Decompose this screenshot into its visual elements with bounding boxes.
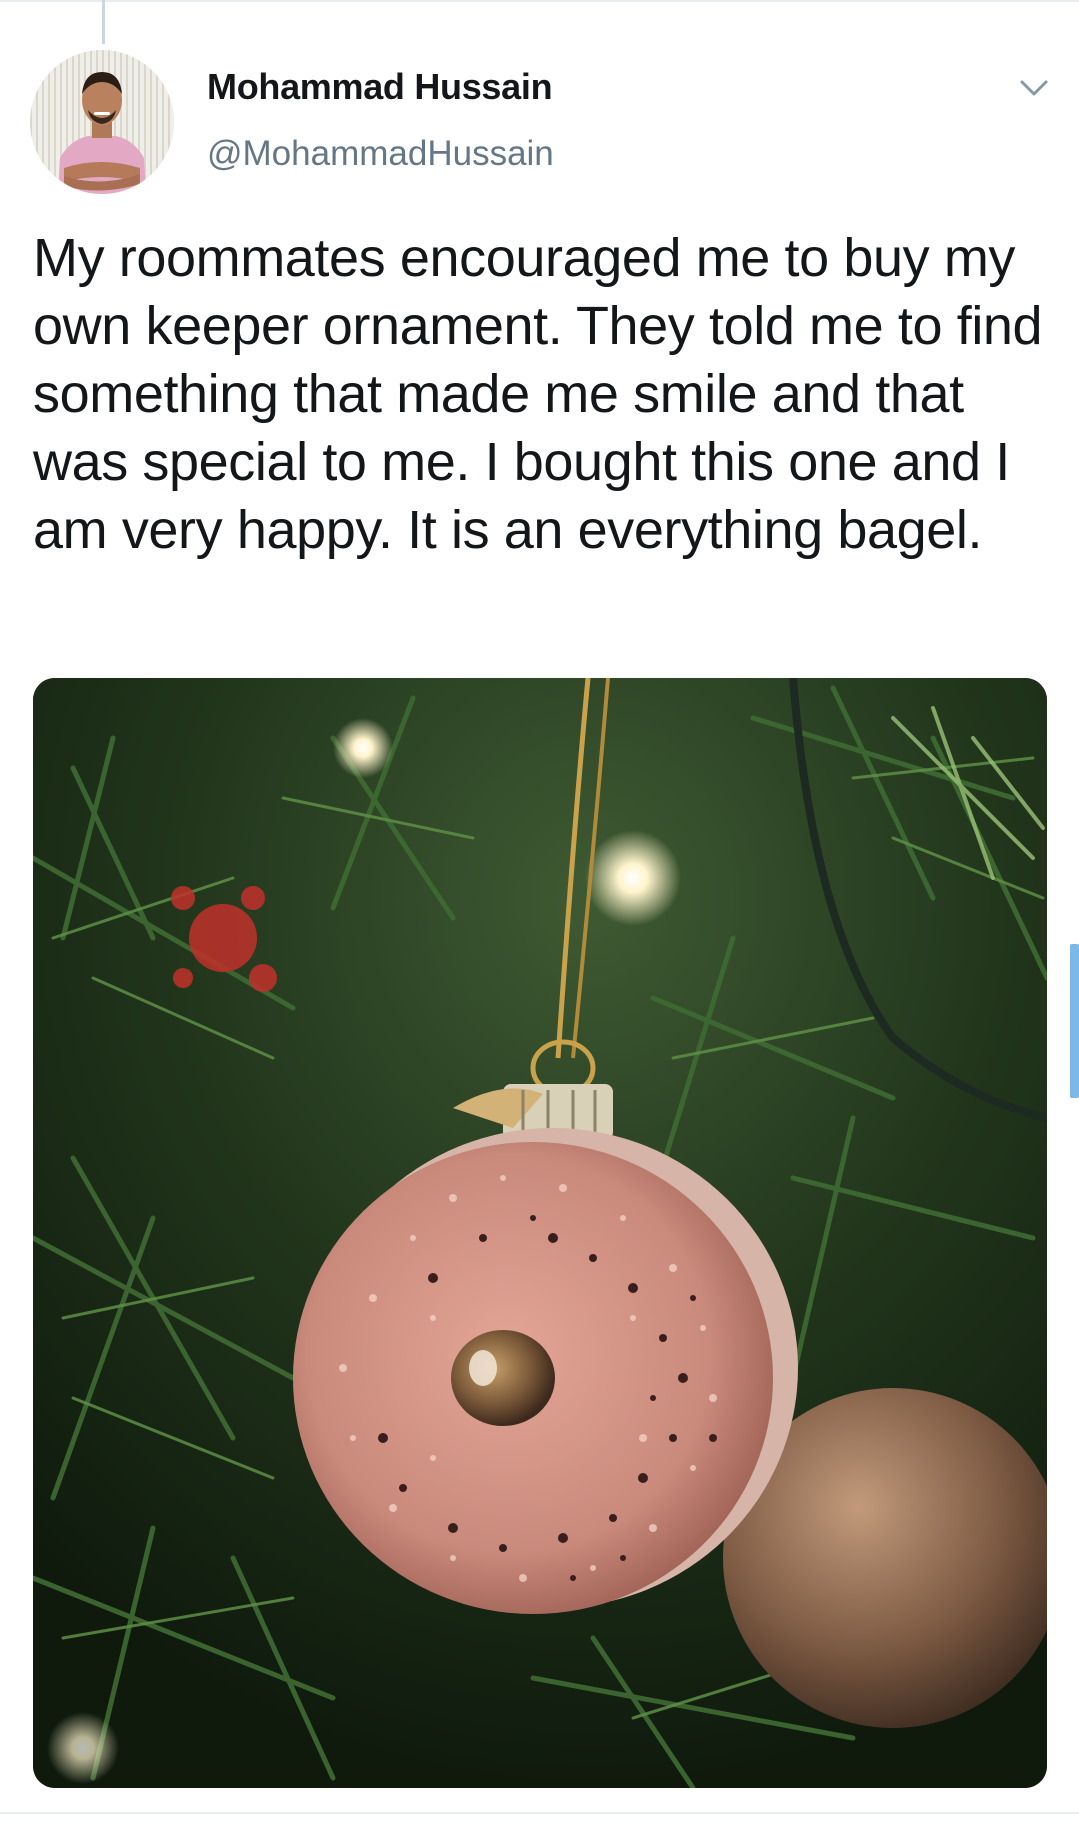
author-handle[interactable]: @MohammadHussain bbox=[207, 134, 554, 174]
tweet-photo[interactable] bbox=[33, 678, 1047, 1788]
bottom-divider bbox=[0, 1812, 1079, 1814]
tweet-text: My roommates encouraged me to buy my own… bbox=[33, 228, 1043, 560]
avatar[interactable] bbox=[30, 50, 174, 194]
chevron-down-icon[interactable] bbox=[1016, 74, 1052, 102]
profile-photo-icon bbox=[30, 50, 174, 194]
top-divider bbox=[0, 0, 1079, 2]
author-display-name[interactable]: Mohammad Hussain bbox=[207, 66, 553, 108]
scrollbar-thumb[interactable] bbox=[1070, 944, 1079, 1098]
ornament-photo-icon bbox=[33, 678, 1047, 1788]
thread-connector-line bbox=[102, 0, 105, 44]
